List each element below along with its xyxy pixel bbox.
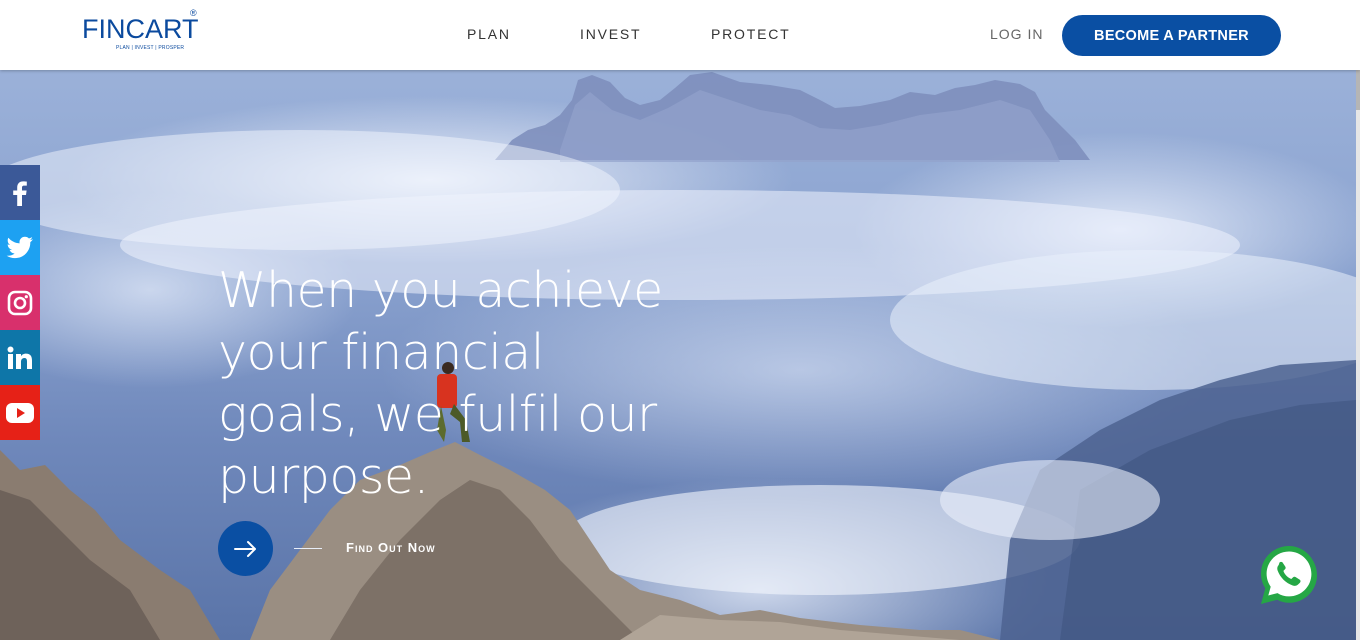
nav-plan[interactable]: PLAN [467, 26, 511, 42]
login-link[interactable]: LOG IN [990, 26, 1043, 42]
whatsapp-chat-button[interactable] [1256, 542, 1322, 608]
instagram-icon [7, 290, 33, 315]
whatsapp-icon [1261, 546, 1317, 604]
scrollbar-thumb[interactable] [1356, 70, 1360, 110]
hero-banner: When you achieve your financial goals, w… [0, 70, 1356, 640]
instagram-button[interactable] [0, 275, 40, 330]
find-out-now-button[interactable] [218, 521, 273, 576]
twitter-button[interactable] [0, 220, 40, 275]
twitter-icon [6, 236, 33, 258]
hero-headline: When you achieve your financial goals, w… [218, 260, 738, 508]
headline-line: purpose. [218, 448, 429, 505]
linkedin-button[interactable] [0, 330, 40, 385]
logo-wordmark: FINCART [82, 14, 199, 44]
headline-line: goals, we fulfil our [218, 386, 657, 443]
linkedin-icon [7, 346, 32, 369]
cta-divider-line [294, 548, 322, 549]
facebook-icon [13, 180, 27, 206]
facebook-button[interactable] [0, 165, 40, 220]
arrow-right-icon [233, 540, 256, 557]
registered-mark: ® [190, 8, 197, 18]
headline-line: your financial [218, 324, 544, 381]
fincart-logo[interactable]: FINCART ® PLAN | INVEST | PROSPER [82, 8, 202, 58]
become-partner-button[interactable]: BECOME A PARTNER [1062, 15, 1281, 56]
top-navbar: FINCART ® PLAN | INVEST | PROSPER PLAN I… [0, 0, 1360, 70]
page-scrollbar[interactable] [1356, 70, 1360, 640]
youtube-button[interactable] [0, 385, 40, 440]
youtube-icon [6, 402, 34, 423]
logo-tagline: PLAN | INVEST | PROSPER [116, 45, 185, 51]
nav-invest[interactable]: INVEST [580, 26, 641, 42]
find-out-now-link[interactable]: Find Out Now [346, 540, 436, 555]
headline-line: When you achieve [218, 262, 663, 319]
nav-protect[interactable]: PROTECT [711, 26, 791, 42]
